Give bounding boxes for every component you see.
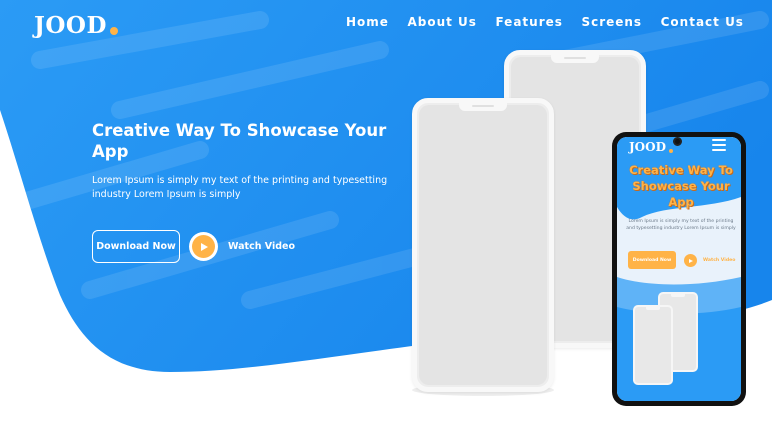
nav-features[interactable]: Features (489, 15, 568, 29)
hero-title: Creative Way To Showcase Your App (92, 121, 387, 161)
nav-about-us[interactable]: About Us (401, 15, 482, 29)
download-now-button[interactable]: Download Now (92, 230, 180, 263)
nav-home[interactable]: Home (340, 15, 395, 29)
preview-download-button[interactable]: Download Now (628, 251, 676, 269)
preview-phone-mockup-front (633, 305, 673, 385)
phone-mockup-front (412, 98, 554, 392)
play-video-button[interactable] (189, 232, 218, 261)
nav-screens[interactable]: Screens (575, 15, 648, 29)
brand-logo[interactable]: JOOD (34, 12, 107, 39)
preview-brand-dot (669, 149, 673, 153)
preview-watch-link[interactable]: Watch Video (703, 258, 735, 263)
preview-title: Creative Way To Showcase Your App (629, 163, 733, 209)
nav-contact-us[interactable]: Contact Us (655, 15, 750, 29)
hero-description: Lorem Ipsum is simply my text of the pri… (92, 175, 388, 200)
preview-brand: JOOD (629, 140, 666, 154)
menu-icon[interactable] (712, 139, 726, 151)
main-nav: Home About Us Features Screens Contact U… (340, 15, 750, 29)
preview-play-icon[interactable] (684, 254, 697, 267)
front-camera-icon (673, 137, 682, 146)
play-icon (192, 235, 215, 258)
preview-description: Lorem Ipsum is simply my text of the pri… (626, 219, 736, 231)
brand-dot (110, 27, 118, 35)
watch-video-link[interactable]: Watch Video (228, 241, 295, 252)
